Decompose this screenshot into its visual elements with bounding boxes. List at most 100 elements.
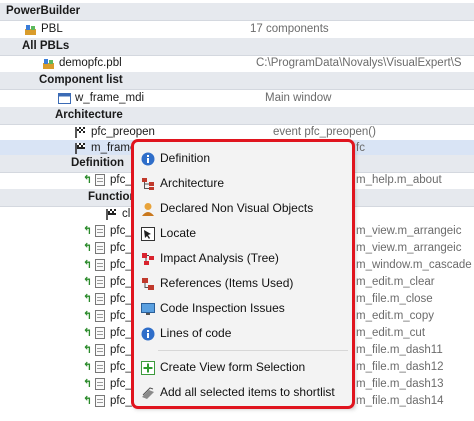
- menu-item-create-view[interactable]: Create View form Selection: [134, 355, 352, 379]
- function-label: Function: [88, 191, 137, 203]
- return-arrow-icon: ↰: [83, 344, 93, 356]
- w-frame-desc: Main window: [265, 92, 332, 104]
- shortlist-icon: [141, 385, 155, 399]
- window-icon: [58, 92, 71, 105]
- locate-icon: [141, 226, 155, 241]
- menu-item-label: Definition: [160, 151, 211, 165]
- menu-item-label: Architecture: [160, 176, 225, 190]
- row-label: pfc_: [110, 225, 132, 237]
- info-icon: [141, 151, 155, 166]
- menu-item-declared-nvo[interactable]: Declared Non Visual Objects: [134, 196, 352, 220]
- row-desc: m_edit.m_copy: [356, 310, 434, 322]
- document-icon: [95, 395, 105, 407]
- tree-node-demopfc[interactable]: demopfc.pbl C:\ProgramData\Novalys\Visua…: [0, 55, 474, 72]
- return-arrow-icon: ↰: [83, 310, 93, 322]
- menu-item-code-inspection[interactable]: Code Inspection Issues: [134, 296, 352, 320]
- tree-root-powerbuilder[interactable]: PowerBuilder: [0, 3, 474, 21]
- document-icon: [95, 378, 105, 390]
- document-icon: [95, 293, 105, 305]
- row-label: pfc_: [110, 378, 132, 390]
- menu-item-architecture[interactable]: Architecture: [134, 171, 352, 195]
- all-pbls-label: All PBLs: [22, 40, 70, 52]
- section-all-pbls[interactable]: All PBLs: [0, 38, 474, 56]
- row-label: pfc_: [110, 395, 132, 407]
- document-icon: [95, 174, 105, 186]
- menu-item-label: Impact Analysis (Tree): [160, 251, 279, 265]
- return-arrow-icon: ↰: [83, 395, 93, 407]
- root-label: PowerBuilder: [6, 5, 81, 17]
- flag-icon: [74, 142, 87, 155]
- row-desc: m_help.m_about: [356, 174, 442, 186]
- menu-item-label: Lines of code: [160, 326, 232, 340]
- return-arrow-icon: ↰: [83, 225, 93, 237]
- menu-item-label: Locate: [160, 226, 197, 240]
- tree-node-pfc-preopen[interactable]: pfc_preopen event pfc_preopen(): [0, 124, 474, 141]
- menu-item-definition[interactable]: Definition: [134, 146, 352, 170]
- row-desc: m_edit.m_clear: [356, 276, 435, 288]
- row-desc: m_file.m_dash14: [356, 395, 444, 407]
- pbl-icon: [42, 57, 55, 70]
- document-icon: [95, 344, 105, 356]
- document-icon: [95, 225, 105, 237]
- section-component-list[interactable]: Component list: [0, 72, 474, 90]
- person-icon: [141, 201, 155, 216]
- row-label: pfc_: [110, 361, 132, 373]
- monitor-icon: [141, 301, 155, 315]
- row-label: pfc_: [110, 174, 132, 186]
- info-icon: [141, 326, 155, 341]
- architecture-label: Architecture: [55, 109, 123, 121]
- menu-separator: [158, 350, 348, 351]
- menu-item-label: Declared Non Visual Objects: [160, 201, 314, 215]
- component-list-label: Component list: [39, 74, 123, 86]
- row-desc: m_edit.m_cut: [356, 327, 426, 339]
- return-arrow-icon: ↰: [83, 378, 93, 390]
- row-desc: m_window.m_cascade: [356, 259, 472, 271]
- document-icon: [95, 310, 105, 322]
- row-desc: m_view.m_arrangeic: [356, 242, 462, 254]
- document-icon: [95, 259, 105, 271]
- row-label: pfc_: [110, 327, 132, 339]
- tree-node-w-frame-mdi[interactable]: w_frame_mdi Main window: [0, 90, 474, 107]
- row-desc: m_view.m_arrangeic: [356, 225, 462, 237]
- menu-item-lines-of-code[interactable]: Lines of code: [134, 321, 352, 345]
- tree-node-pbl[interactable]: PBL 17 components: [0, 21, 474, 38]
- document-icon: [95, 242, 105, 254]
- architecture-icon: [141, 176, 155, 190]
- menu-item-references[interactable]: References (Items Used): [134, 271, 352, 295]
- definition-label: Definition: [71, 157, 125, 169]
- flag-icon: [74, 126, 87, 139]
- return-arrow-icon: ↰: [83, 293, 93, 305]
- pbl-icon: [24, 23, 37, 36]
- row-label: pfc_: [110, 276, 132, 288]
- return-arrow-icon: ↰: [83, 174, 93, 186]
- cl-label: cl: [122, 208, 131, 220]
- section-architecture[interactable]: Architecture: [0, 107, 474, 125]
- return-arrow-icon: ↰: [83, 259, 93, 271]
- context-menu: Definition Architecture Declared Non Vis…: [133, 141, 353, 407]
- pbl-label: PBL: [41, 23, 63, 35]
- document-icon: [95, 361, 105, 373]
- w-frame-label: w_frame_mdi: [75, 92, 145, 104]
- menu-item-impact-analysis[interactable]: Impact Analysis (Tree): [134, 246, 352, 270]
- row-desc: m_file.m_dash13: [356, 378, 444, 390]
- menu-item-label: Add all selected items to shortlist: [160, 385, 335, 399]
- row-desc: m_file.m_dash12: [356, 361, 444, 373]
- row-label: pfc_: [110, 259, 132, 271]
- return-arrow-icon: ↰: [83, 242, 93, 254]
- menu-item-label: References (Items Used): [160, 276, 294, 290]
- return-arrow-icon: ↰: [83, 361, 93, 373]
- row-desc: m_file.m_dash11: [356, 344, 443, 356]
- impact-icon: [141, 251, 155, 265]
- menu-item-locate[interactable]: Locate: [134, 221, 352, 245]
- return-arrow-icon: ↰: [83, 327, 93, 339]
- return-arrow-icon: ↰: [83, 276, 93, 288]
- pbl-desc: 17 components: [250, 23, 329, 35]
- menu-item-add-to-shortlist[interactable]: Add all selected items to shortlist: [134, 380, 352, 404]
- row-label: pfc_: [110, 310, 132, 322]
- pfc-preopen-desc: event pfc_preopen(): [273, 126, 376, 138]
- document-icon: [95, 276, 105, 288]
- green-plus-icon: [141, 360, 155, 375]
- demopfc-label: demopfc.pbl: [59, 57, 122, 69]
- document-icon: [95, 327, 105, 339]
- menu-item-label: Create View form Selection: [160, 360, 306, 374]
